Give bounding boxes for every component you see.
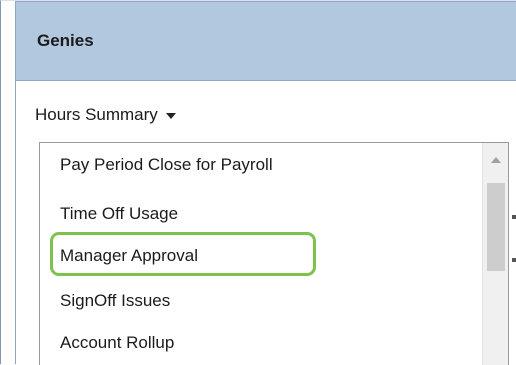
- edge-mark: [512, 258, 516, 262]
- edge-mark: [512, 215, 516, 219]
- header-left-gap: [1, 1, 15, 81]
- list-item-manager-approval[interactable]: Manager Approval: [60, 246, 198, 266]
- panel-title: Genies: [37, 31, 94, 50]
- caret-down-icon: [165, 113, 176, 119]
- vertical-scrollbar[interactable]: [482, 143, 508, 365]
- right-edge: [509, 81, 516, 365]
- hours-summary-dropdown[interactable]: Hours Summary: [35, 105, 176, 125]
- genies-panel: Genies Hours Summary Pay Period Close fo…: [0, 0, 516, 365]
- list-item-time-off-usage[interactable]: Time Off Usage: [60, 204, 178, 224]
- dropdown-label: Hours Summary: [35, 105, 158, 124]
- list-item-signoff-issues[interactable]: SignOff Issues: [60, 291, 170, 311]
- list-item-pay-period-close[interactable]: Pay Period Close for Payroll: [60, 155, 273, 175]
- genie-listbox[interactable]: Pay Period Close for Payroll Time Off Us…: [39, 142, 509, 365]
- scrollbar-thumb[interactable]: [487, 183, 505, 271]
- scroll-up-arrow-icon[interactable]: [491, 157, 501, 163]
- list-item-account-rollup[interactable]: Account Rollup: [60, 333, 174, 353]
